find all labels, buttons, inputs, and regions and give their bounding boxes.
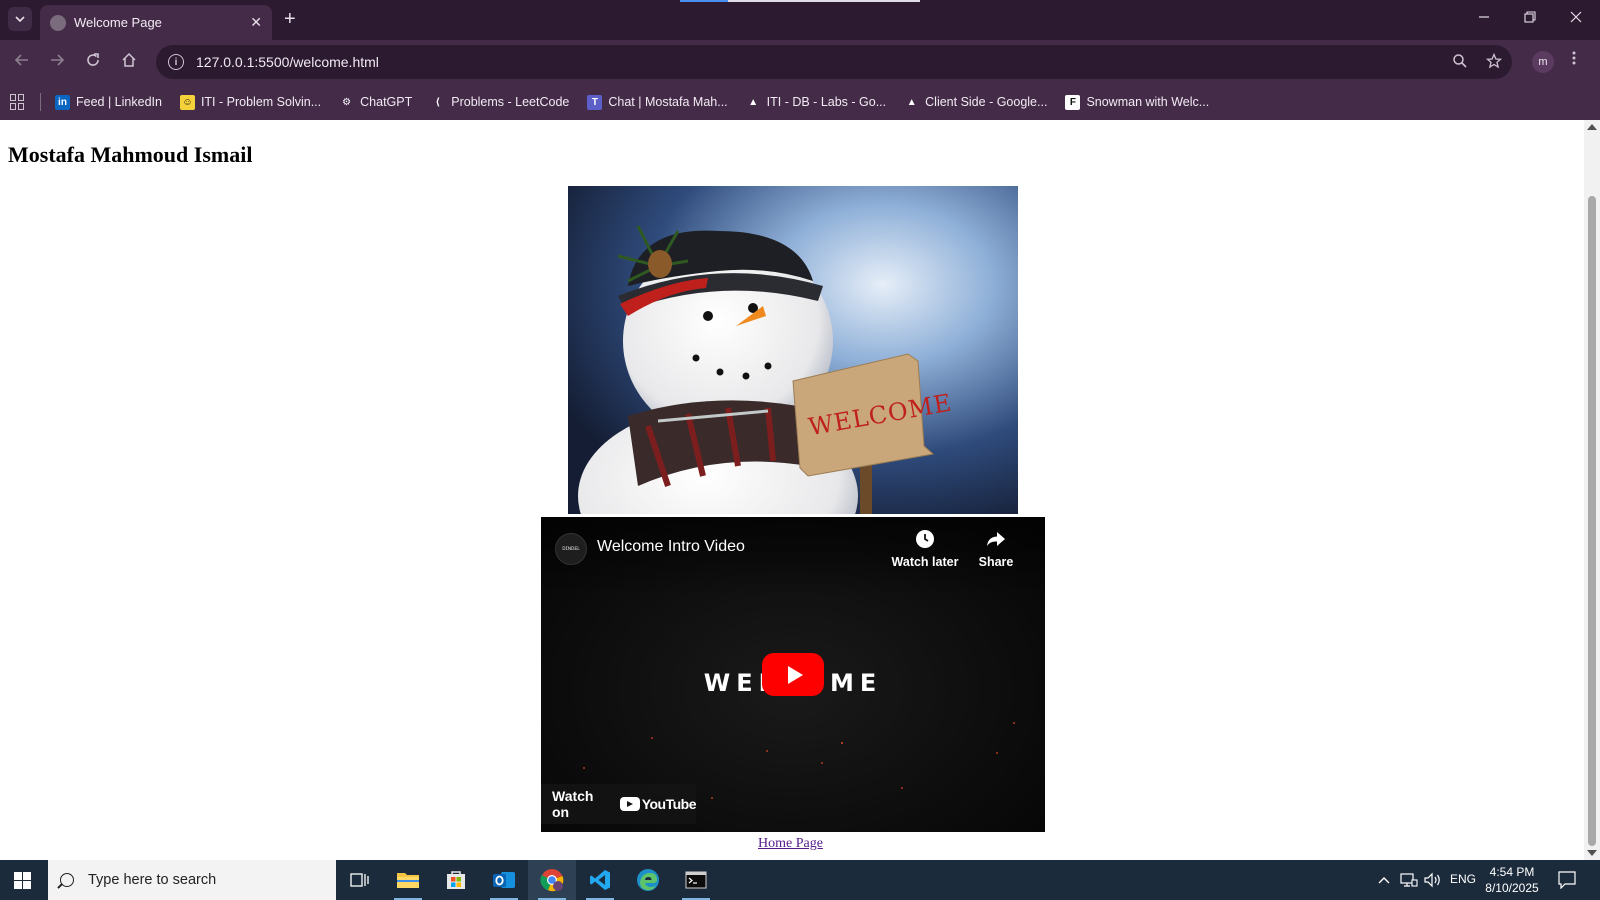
notifications-icon[interactable] — [1558, 871, 1576, 892]
forward-icon[interactable] — [47, 52, 67, 73]
browser-tab[interactable]: Welcome Page ✕ — [40, 5, 272, 40]
google-drive-icon: ▲ — [904, 94, 920, 110]
bookmark-label: Client Side - Google... — [925, 95, 1048, 109]
home-page-link[interactable]: Home Page — [758, 836, 823, 852]
youtube-logo-icon: YouTube — [619, 796, 697, 812]
bookmark-item[interactable]: ⟨ Problems - LeetCode — [430, 94, 570, 110]
scroll-down-icon[interactable] — [1587, 850, 1597, 856]
clock-date: 8/10/2025 — [1485, 881, 1539, 895]
terminal-icon[interactable] — [672, 860, 720, 900]
bookmark-item[interactable]: ☺ ITI - Problem Solvin... — [179, 94, 322, 110]
bookmark-star-icon[interactable] — [1485, 52, 1503, 74]
bookmark-item[interactable]: F Snowman with Welc... — [1065, 94, 1210, 110]
more-options-icon[interactable] — [1572, 50, 1576, 71]
clock-icon — [890, 529, 960, 551]
bookmark-label: ITI - DB - Labs - Go... — [766, 95, 887, 109]
scroll-up-icon[interactable] — [1587, 124, 1597, 130]
freepik-icon: F — [1065, 94, 1081, 110]
channel-avatar[interactable]: ᴅɪɴᴅᴇʟ — [555, 533, 587, 565]
bookmarks-divider — [40, 93, 41, 111]
teams-icon: T — [587, 94, 603, 110]
bookmark-item[interactable]: in Feed | LinkedIn — [55, 94, 162, 110]
chatgpt-icon: ⚙ — [339, 94, 355, 110]
chrome-icon[interactable] — [528, 860, 576, 900]
tab-title: Welcome Page — [74, 15, 162, 30]
windows-start-icon[interactable] — [14, 872, 31, 889]
share-button[interactable]: Share — [961, 529, 1031, 569]
video-title[interactable]: Welcome Intro Video — [597, 538, 745, 556]
show-hidden-icons-icon[interactable] — [1378, 873, 1390, 887]
bookmarks-bar: in Feed | LinkedIn ☺ ITI - Problem Solvin..… — [0, 84, 1600, 120]
apps-grid-icon[interactable] — [10, 94, 26, 110]
page-scrollbar[interactable] — [1584, 120, 1600, 860]
watch-later-label: Watch later — [891, 555, 959, 569]
minimize-icon[interactable] — [1478, 10, 1490, 26]
back-icon[interactable] — [12, 52, 32, 73]
snowman-welcome-image: WELCOME — [568, 186, 1018, 514]
clock-time: 4:54 PM — [1489, 865, 1535, 879]
browser-toolbar: i 127.0.0.1:5500/welcome.html m — [0, 40, 1600, 84]
windows-taskbar: Type here to search ENG 4:54 PM 8/10/202… — [0, 860, 1600, 900]
globe-icon — [50, 14, 66, 31]
leetcode-icon: ⟨ — [430, 94, 446, 110]
watch-on-youtube-button[interactable]: Watch on YouTube — [541, 784, 697, 824]
new-tab-button[interactable]: + — [284, 8, 296, 30]
play-button[interactable] — [762, 653, 824, 696]
youtube-wordmark: YouTube — [641, 796, 697, 812]
google-drive-icon: ▲ — [745, 94, 761, 110]
scroll-thumb[interactable] — [1588, 196, 1596, 846]
microsoft-store-icon[interactable] — [432, 860, 480, 900]
taskbar-search[interactable]: Type here to search — [48, 860, 336, 900]
share-label: Share — [978, 555, 1014, 569]
tab-search-button[interactable] — [8, 7, 32, 31]
watch-later-button[interactable]: Watch later — [890, 529, 960, 569]
linkedin-icon: in — [55, 94, 70, 110]
profile-avatar[interactable]: m — [1532, 51, 1554, 73]
bookmark-item[interactable]: T Chat | Mostafa Mah... — [587, 94, 728, 110]
bookmark-label: ITI - Problem Solvin... — [200, 95, 322, 109]
task-view-icon[interactable] — [336, 860, 384, 900]
youtube-embed[interactable]: ᴅɪɴᴅᴇʟ Welcome Intro Video Watch later S… — [541, 517, 1045, 832]
bookmark-item[interactable]: ▲ Client Side - Google... — [904, 94, 1048, 110]
site-info-icon[interactable]: i — [168, 54, 184, 70]
bookmark-label: Feed | LinkedIn — [76, 95, 162, 109]
network-icon[interactable] — [1400, 872, 1418, 891]
outlook-icon[interactable] — [480, 860, 528, 900]
zoom-icon[interactable] — [1452, 53, 1468, 74]
page-heading: Mostafa Mahmoud Ismail — [8, 142, 253, 167]
volume-icon[interactable] — [1424, 872, 1442, 891]
vscode-icon[interactable] — [576, 860, 624, 900]
bookmark-item[interactable]: ▲ ITI - DB - Labs - Go... — [745, 94, 887, 110]
play-icon — [787, 665, 803, 684]
bookmark-label: Problems - LeetCode — [451, 95, 570, 109]
close-tab-icon[interactable]: ✕ — [250, 14, 262, 31]
clock[interactable]: 4:54 PM 8/10/2025 — [1482, 864, 1542, 896]
file-explorer-icon[interactable] — [384, 860, 432, 900]
bookmark-item[interactable]: ⚙ ChatGPT — [339, 94, 413, 110]
tab-strip-indicator — [680, 0, 920, 2]
search-icon — [60, 873, 74, 887]
bookmark-label: ChatGPT — [360, 95, 413, 109]
watch-on-label: Watch on — [552, 788, 594, 820]
reload-icon[interactable] — [83, 52, 103, 73]
page-viewport: Mostafa Mahmoud Ismail WELCOME ᴅɪɴᴅᴇʟ We… — [0, 120, 1584, 860]
address-bar[interactable]: i 127.0.0.1:5500/welcome.html — [156, 45, 1512, 79]
language-indicator[interactable]: ENG — [1450, 872, 1476, 886]
iti-icon: ☺ — [179, 94, 195, 110]
chevron-down-icon — [15, 16, 25, 22]
share-arrow-icon — [961, 529, 1031, 551]
browser-titlebar: Welcome Page ✕ + — [0, 0, 1600, 40]
bookmark-list: in Feed | LinkedIn ☺ ITI - Problem Solvin..… — [55, 94, 1227, 110]
search-placeholder: Type here to search — [88, 872, 217, 888]
bookmark-label: Snowman with Welc... — [1086, 95, 1210, 109]
url-text: 127.0.0.1:5500/welcome.html — [196, 54, 379, 70]
close-window-icon[interactable] — [1570, 10, 1582, 26]
home-icon[interactable] — [119, 52, 139, 73]
edge-icon[interactable] — [624, 860, 672, 900]
restore-icon[interactable] — [1524, 10, 1536, 26]
bookmark-label: Chat | Mostafa Mah... — [608, 95, 728, 109]
